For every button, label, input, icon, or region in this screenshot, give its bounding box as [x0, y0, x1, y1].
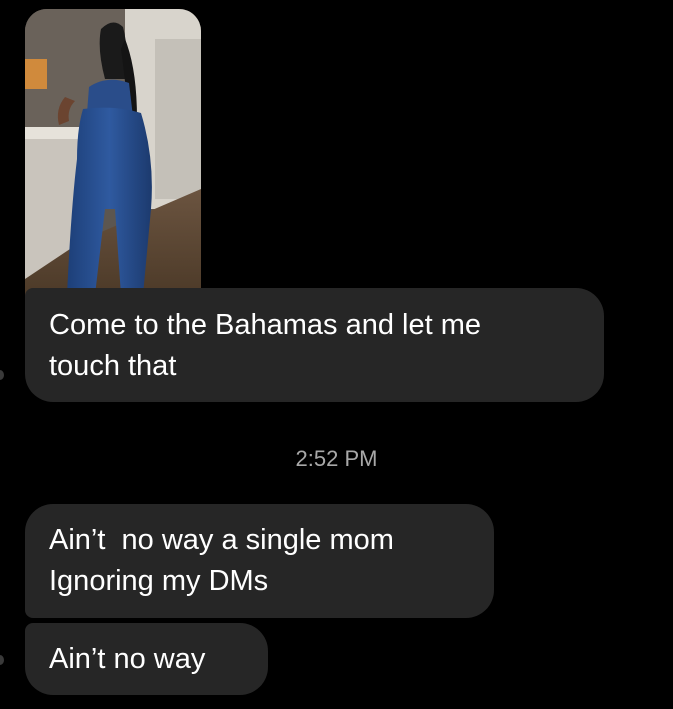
message-text: Come to the Bahamas and let me [49, 309, 482, 341]
message-text: Ain’t no way a single mom [49, 524, 394, 556]
message-bubble[interactable]: Ain’t no way [25, 623, 268, 695]
message-bubble[interactable]: Come to the Bahamas and let me touch tha… [25, 288, 604, 402]
message-photo[interactable] [25, 9, 201, 305]
message-text: Ain’t no way [49, 643, 206, 675]
message-timestamp: 2:52 PM [295, 446, 378, 471]
sender-avatar-edge[interactable] [0, 370, 4, 380]
message-text: Ignoring my DMs [49, 565, 269, 597]
sender-avatar-edge[interactable] [0, 655, 4, 665]
photo-of-person-in-kitchen-icon [25, 9, 201, 305]
message-text: touch that [49, 350, 177, 382]
message-bubble[interactable]: Ain’t no way a single mom Ignoring my DM… [25, 504, 494, 618]
